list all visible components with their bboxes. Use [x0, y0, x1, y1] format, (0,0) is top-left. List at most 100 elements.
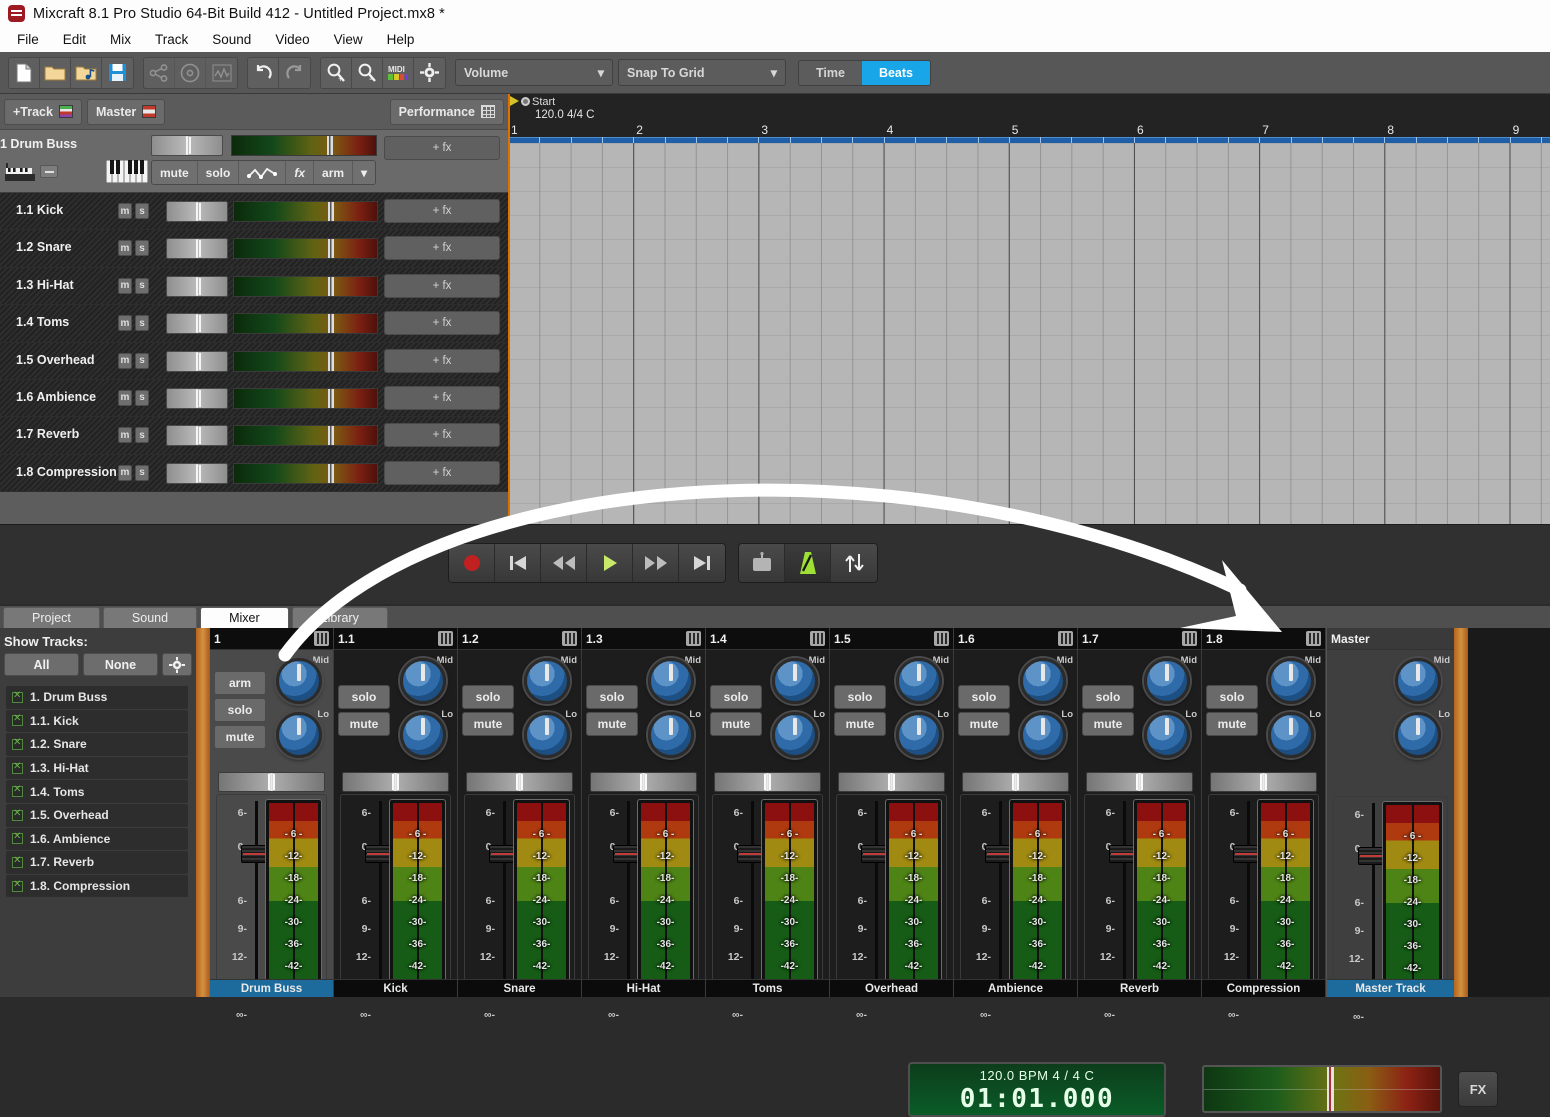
strip-pan-slider[interactable] — [1086, 772, 1193, 792]
track-solo-button[interactable]: s — [135, 389, 149, 406]
tab-mixer[interactable]: Mixer — [200, 607, 289, 628]
track-pan-slider[interactable] — [166, 425, 228, 447]
zoom-in-icon[interactable]: + — [321, 57, 352, 88]
undo-icon[interactable] — [248, 57, 279, 88]
track-pan-slider[interactable] — [166, 313, 228, 335]
track-mute-button[interactable]: m — [118, 389, 132, 406]
track-volume-slider[interactable] — [233, 201, 378, 222]
strip-mute-button[interactable]: mute — [834, 711, 886, 736]
mixer-toggle-icon[interactable] — [831, 544, 877, 582]
strip-name[interactable]: Hi-Hat — [582, 979, 705, 997]
track-mute-button[interactable]: m — [118, 277, 132, 294]
strip-name[interactable]: Reverb — [1078, 979, 1201, 997]
go-to-end-button[interactable] — [679, 544, 725, 582]
mid-knob[interactable] — [647, 658, 694, 704]
show-track-item[interactable]: 1.7. Reverb — [6, 851, 188, 874]
strip-settings-icon[interactable] — [1182, 631, 1197, 646]
lo-knob[interactable] — [399, 712, 446, 758]
mixdown-icon[interactable] — [206, 58, 237, 88]
track-volume-slider[interactable] — [233, 313, 378, 335]
lo-knob[interactable] — [1143, 712, 1190, 758]
track-add-fx-button[interactable]: + fx — [384, 385, 500, 410]
strip-solo-button[interactable]: solo — [1082, 684, 1134, 709]
fader-track[interactable] — [613, 795, 641, 989]
strip-solo-button[interactable]: solo — [834, 684, 886, 709]
menu-item-view[interactable]: View — [323, 29, 374, 50]
strip-settings-icon[interactable] — [810, 631, 825, 646]
track-pan-slider[interactable] — [166, 238, 228, 260]
fader-track[interactable] — [1109, 795, 1137, 989]
loop-icon[interactable] — [739, 544, 785, 582]
lo-knob[interactable] — [895, 712, 942, 758]
track-row[interactable]: 1.6 Ambience m s + fx — [0, 379, 508, 418]
show-all-button[interactable]: All — [4, 653, 79, 676]
mid-knob[interactable] — [771, 658, 818, 704]
strip-mute-button[interactable]: mute — [710, 711, 762, 736]
strip-pan-slider[interactable] — [714, 772, 821, 792]
track-row[interactable]: 1.4 Toms m s + fx — [0, 305, 508, 343]
strip-settings-icon[interactable] — [314, 631, 329, 646]
strip-arm-button[interactable]: arm — [214, 671, 266, 695]
lo-knob[interactable] — [771, 712, 818, 758]
show-track-item[interactable]: 1.3. Hi-Hat — [6, 756, 188, 780]
strip-solo-button[interactable]: solo — [462, 684, 514, 709]
checkbox[interactable] — [12, 879, 23, 892]
tab-time[interactable]: Time — [799, 61, 862, 85]
strip-solo-button[interactable]: solo — [710, 684, 762, 709]
track-row[interactable]: 1.3 Hi-Hat m s + fx — [0, 267, 508, 306]
strip-pan-slider[interactable] — [466, 772, 573, 792]
channel-strip[interactable]: 1.8solomuteMidLo6-0-6-9-12-18-∞-- 6 --12… — [1202, 628, 1326, 1021]
rewind-button[interactable] — [541, 544, 587, 582]
strip-mute-button[interactable]: mute — [462, 711, 514, 736]
strip-pan-slider[interactable] — [962, 772, 1069, 792]
menu-item-video[interactable]: Video — [264, 29, 320, 50]
buss-solo-button[interactable]: solo — [197, 161, 240, 184]
fader-track[interactable] — [861, 795, 889, 989]
track-volume-slider[interactable] — [233, 238, 378, 260]
track-row[interactable]: 1.7 Reverb m s + fx — [0, 417, 508, 455]
transport-lcd[interactable]: 120.0 BPM 4 / 4 C 01:01.000 — [908, 1062, 1166, 1117]
strip-settings-icon[interactable] — [1058, 631, 1073, 646]
menu-item-help[interactable]: Help — [376, 29, 426, 50]
buss-mute-button[interactable]: mute — [152, 161, 198, 184]
track-solo-button[interactable]: s — [135, 277, 149, 294]
strip-mute-button[interactable]: mute — [214, 725, 266, 749]
strip-mute-button[interactable]: mute — [338, 711, 390, 736]
strip-mute-button[interactable]: mute — [958, 711, 1010, 736]
strip-mute-button[interactable]: mute — [586, 711, 638, 736]
channel-strip[interactable]: 1.4solomuteMidLo6-0-6-9-12-18-∞-- 6 --12… — [706, 628, 830, 1021]
master-level-slider[interactable] — [1202, 1065, 1442, 1113]
track-mute-button[interactable]: m — [118, 427, 132, 444]
mid-knob[interactable] — [895, 658, 942, 704]
channel-strip[interactable]: 1.5solomuteMidLo6-0-6-9-12-18-∞-- 6 --12… — [830, 628, 954, 1021]
buss-pan-slider[interactable] — [151, 135, 223, 156]
mid-knob[interactable] — [1394, 658, 1441, 704]
collapse-buss-button[interactable] — [40, 165, 58, 178]
channel-strip[interactable]: 1.7solomuteMidLo6-0-6-9-12-18-∞-- 6 --12… — [1078, 628, 1202, 1021]
lo-knob[interactable] — [647, 712, 694, 758]
track-pan-slider[interactable] — [166, 387, 228, 409]
fader-track[interactable] — [985, 795, 1013, 989]
strip-pan-slider[interactable] — [342, 772, 449, 792]
mid-knob[interactable] — [1267, 658, 1314, 704]
track-mute-button[interactable]: m — [118, 464, 132, 481]
track-add-fx-button[interactable]: + fx — [384, 423, 500, 448]
show-track-item[interactable]: 1. Drum Buss — [6, 686, 188, 709]
strip-solo-button[interactable]: solo — [338, 684, 390, 709]
strip-settings-icon[interactable] — [686, 631, 701, 646]
show-track-item[interactable]: 1.6. Ambience — [6, 827, 188, 851]
track-pan-slider[interactable] — [166, 201, 228, 222]
lo-knob[interactable] — [1267, 712, 1314, 758]
strip-name[interactable]: Snare — [458, 979, 581, 997]
channel-strip[interactable]: 1.3solomuteMidLo6-0-6-9-12-18-∞-- 6 --12… — [582, 628, 706, 1021]
checkbox[interactable] — [12, 784, 23, 798]
strip-solo-button[interactable]: solo — [1206, 684, 1258, 709]
track-row[interactable]: 1.2 Snare m s + fx — [0, 230, 508, 268]
strip-settings-icon[interactable] — [438, 631, 453, 646]
menu-item-edit[interactable]: Edit — [52, 29, 97, 50]
strip-name[interactable]: Compression — [1202, 979, 1325, 997]
lo-knob[interactable] — [523, 712, 570, 758]
track-row[interactable]: 1.1 Kick m s + fx — [0, 193, 508, 231]
buss-volume-slider[interactable] — [231, 135, 377, 156]
track-mute-button[interactable]: m — [118, 240, 132, 257]
